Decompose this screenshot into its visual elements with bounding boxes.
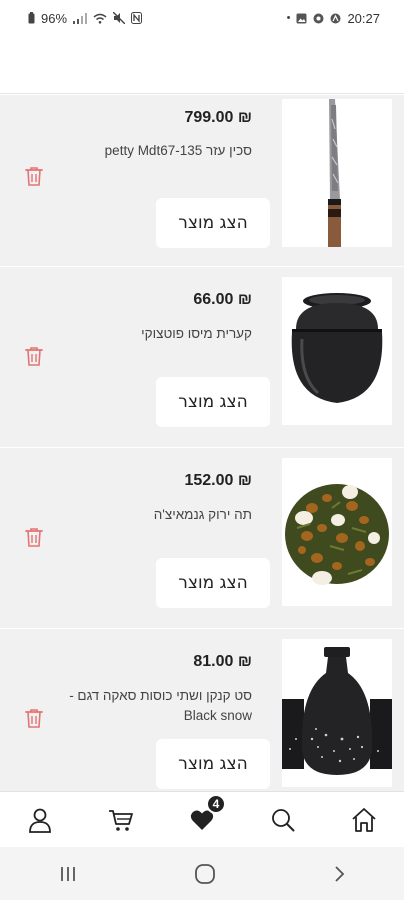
- item-name: קערית מיסו פוטצוקי: [141, 326, 252, 341]
- recent-apps-icon[interactable]: [58, 865, 78, 883]
- item-name: סט קנקן ושתי כוסות סאקה דגם -Black snow: [69, 688, 252, 723]
- mute-icon: [113, 12, 126, 24]
- nav-cart[interactable]: [101, 800, 141, 840]
- cart-item: ₪ 799.00 סכין עזר petty Mdt67-135 הצג מו…: [0, 95, 404, 267]
- trash-icon[interactable]: [24, 165, 44, 187]
- battery-level: 96%: [41, 10, 68, 26]
- item-price: ₪ 66.00: [193, 291, 252, 308]
- cart-item: ₪ 81.00 סט קנקן ושתי כוסות סאקה דגם -Bla…: [0, 629, 404, 791]
- user-icon: [29, 808, 52, 833]
- cart-item: ₪ 152.00 תה ירוק גנמאיצ'ה הצג מוצר: [0, 448, 404, 629]
- nav-home[interactable]: [344, 800, 384, 840]
- notification-dot-icon: •: [286, 12, 291, 24]
- trash-icon[interactable]: [24, 707, 44, 729]
- status-right: • 20:27: [287, 11, 380, 26]
- system-nav-bar: [0, 847, 404, 900]
- account-notification-icon: [330, 13, 341, 23]
- nav-wishlist[interactable]: 4: [182, 793, 226, 840]
- status-left: 96%: [28, 10, 143, 26]
- nfc-icon: [131, 12, 143, 24]
- app-notification-icon: [313, 13, 324, 23]
- signal-icon: [73, 12, 88, 24]
- battery-icon: [28, 12, 35, 24]
- item-name: סכין עזר petty Mdt67-135: [104, 143, 252, 158]
- home-icon: [351, 807, 376, 832]
- view-product-button[interactable]: הצג מוצר: [156, 739, 270, 789]
- cart-icon: [109, 809, 134, 831]
- item-name: תה ירוק גנמאיצ'ה: [153, 507, 252, 522]
- product-image-tea[interactable]: [282, 458, 392, 606]
- gallery-icon: [296, 13, 307, 23]
- item-price: ₪ 81.00: [193, 653, 252, 670]
- home-button-icon[interactable]: [194, 863, 216, 885]
- view-product-button[interactable]: הצג מוצר: [156, 377, 270, 427]
- item-price: ₪ 799.00: [184, 109, 252, 126]
- search-icon: [271, 808, 295, 831]
- app-header: [0, 36, 404, 94]
- product-image-bowl[interactable]: [282, 277, 392, 425]
- nav-search[interactable]: [263, 800, 303, 840]
- product-image-sake-set[interactable]: [282, 639, 392, 787]
- wishlist-badge: 4: [205, 793, 226, 814]
- back-chevron-icon[interactable]: [332, 865, 346, 883]
- nav-profile[interactable]: [20, 800, 60, 840]
- view-product-button[interactable]: הצג מוצר: [156, 558, 270, 608]
- view-product-button[interactable]: הצג מוצר: [156, 198, 270, 248]
- trash-icon[interactable]: [24, 345, 44, 367]
- clock: 20:27: [347, 10, 380, 26]
- bottom-nav: 4: [0, 791, 404, 847]
- cart-list[interactable]: ₪ 799.00 סכין עזר petty Mdt67-135 הצג מו…: [0, 95, 404, 791]
- status-bar: 96% • 20:27: [0, 0, 404, 36]
- wifi-icon: [93, 13, 107, 24]
- product-image-knife[interactable]: [282, 99, 392, 247]
- item-price: ₪ 152.00: [184, 472, 252, 489]
- cart-item: ₪ 66.00 קערית מיסו פוטצוקי הצג מוצר: [0, 267, 404, 448]
- trash-icon[interactable]: [24, 526, 44, 548]
